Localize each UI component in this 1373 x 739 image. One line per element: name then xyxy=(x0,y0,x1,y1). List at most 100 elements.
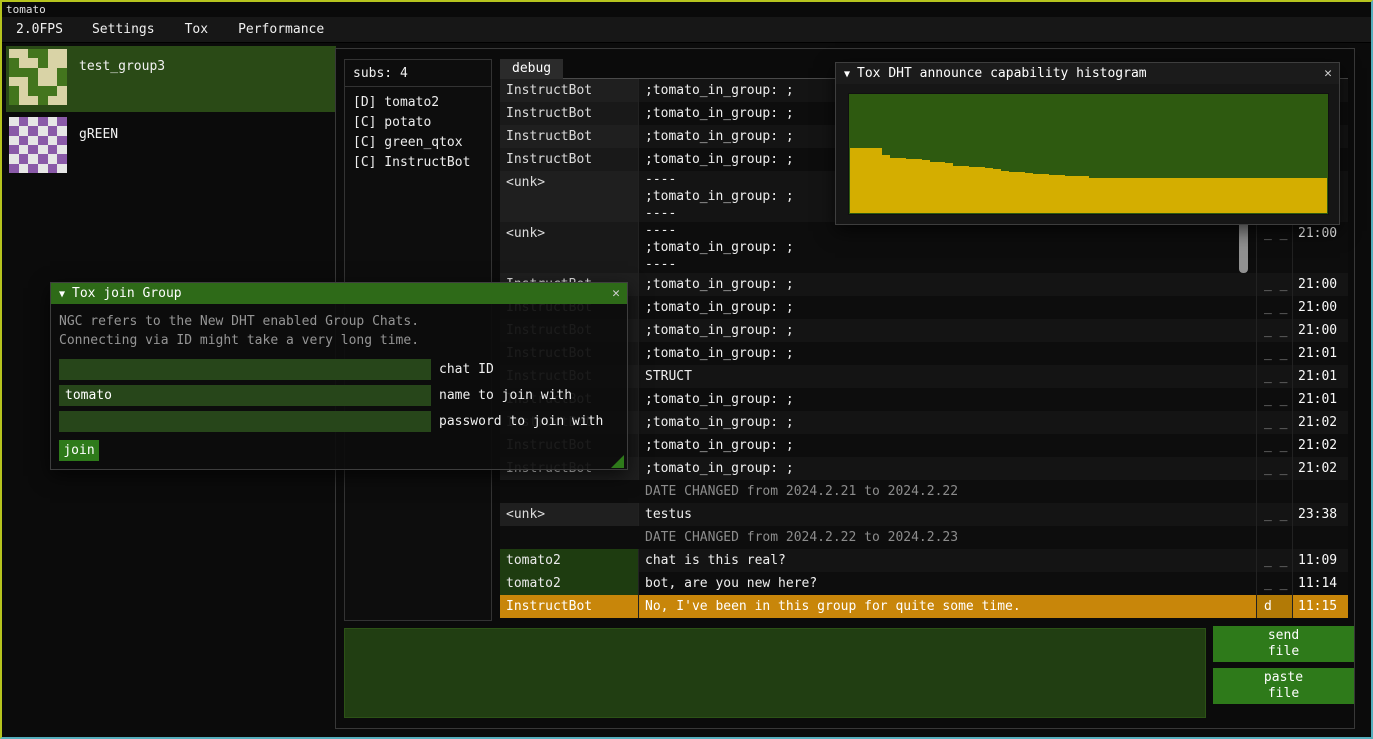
histogram-bar xyxy=(1097,178,1105,213)
avatar-pixel xyxy=(28,96,38,105)
histogram-bar xyxy=(945,163,953,213)
avatar-pixel xyxy=(19,164,29,173)
avatar-pixel xyxy=(9,86,19,95)
subscriber-item[interactable]: [C] potato xyxy=(353,113,483,133)
chat-row[interactable]: tomato2chat is this real?_ _11:09 xyxy=(500,549,1348,572)
histogram-bar xyxy=(1017,172,1025,213)
chat-row-flags: _ _ xyxy=(1256,549,1292,572)
subscriber-item[interactable]: [C] green_qtox xyxy=(353,133,483,153)
avatar-pixel xyxy=(28,49,38,58)
menu-item-settings[interactable]: Settings xyxy=(77,17,170,42)
histogram-close-icon[interactable]: ✕ xyxy=(1324,63,1332,84)
join-input-name-to-join-with[interactable] xyxy=(59,385,431,406)
histogram-bar xyxy=(1287,178,1295,213)
histogram-titlebar[interactable]: ▼Tox DHT announce capability histogram ✕ xyxy=(836,63,1339,84)
avatar-pixel xyxy=(48,117,58,126)
histogram-bar xyxy=(985,168,993,213)
avatar-pixel xyxy=(28,126,38,135)
group-avatar xyxy=(9,49,67,105)
avatar-pixel xyxy=(19,136,29,145)
avatar-pixel xyxy=(38,126,48,135)
join-titlebar[interactable]: ▼Tox join Group ✕ xyxy=(51,283,627,304)
chat-row[interactable]: InstructBotNo, I've been in this group f… xyxy=(500,595,1348,618)
avatar-pixel xyxy=(57,164,67,173)
avatar-pixel xyxy=(57,68,67,77)
chat-row[interactable]: DATE CHANGED from 2024.2.22 to 2024.2.23 xyxy=(500,526,1348,549)
avatar-pixel xyxy=(9,164,19,173)
join-close-icon[interactable]: ✕ xyxy=(612,283,620,304)
chat-row[interactable]: tomato2bot, are you new here?_ _11:14 xyxy=(500,572,1348,595)
avatar-pixel xyxy=(28,154,38,163)
menu-item-tox[interactable]: Tox xyxy=(170,17,223,42)
avatar-pixel xyxy=(38,58,48,67)
avatar-pixel xyxy=(9,136,19,145)
avatar-pixel xyxy=(48,68,58,77)
histogram-bar xyxy=(866,148,874,213)
chat-row-flags: _ _ xyxy=(1256,411,1292,434)
histogram-bar xyxy=(993,169,1001,213)
histogram-bar xyxy=(1319,178,1327,213)
histogram-bar xyxy=(1025,173,1033,213)
window-titlebar[interactable]: tomato xyxy=(2,2,1371,17)
avatar-pixel xyxy=(19,117,29,126)
avatar-pixel xyxy=(19,77,29,86)
avatar-pixel xyxy=(38,96,48,105)
subscriber-item[interactable]: [C] InstructBot xyxy=(353,153,483,173)
histogram-bar xyxy=(1248,178,1256,213)
histogram-bar xyxy=(930,162,938,213)
avatar-pixel xyxy=(57,145,67,154)
avatar-pixel xyxy=(28,164,38,173)
group-row-test_group3[interactable]: test_group3 xyxy=(6,46,336,112)
avatar-pixel xyxy=(9,154,19,163)
chat-row[interactable]: <unk>---- ;tomato_in_group: ; ----_ _21:… xyxy=(500,222,1348,273)
avatar-pixel xyxy=(38,145,48,154)
chat-row-time: 11:15 xyxy=(1292,595,1348,618)
paste-file-button[interactable]: paste file xyxy=(1213,668,1354,704)
join-info-line-2: Connecting via ID might take a very long… xyxy=(59,331,619,350)
tab-debug[interactable]: debug xyxy=(500,59,563,79)
histogram-bar xyxy=(1089,178,1097,213)
join-button[interactable]: join xyxy=(59,440,99,461)
avatar-pixel xyxy=(28,77,38,86)
menubar-items: SettingsToxPerformance xyxy=(77,17,339,42)
message-input[interactable] xyxy=(344,628,1206,718)
chat-row-time: 21:00 xyxy=(1292,222,1348,273)
group-list: test_group3gREEN xyxy=(6,44,336,182)
join-input-chat-ID[interactable] xyxy=(59,359,431,380)
chat-row-message: ;tomato_in_group: ; xyxy=(638,457,1256,480)
avatar-pixel xyxy=(48,164,58,173)
histogram-bar xyxy=(1120,178,1128,213)
histogram-bar xyxy=(1009,172,1017,213)
menu-item-performance[interactable]: Performance xyxy=(223,17,339,42)
avatar-pixel xyxy=(38,49,48,58)
histogram-bar xyxy=(874,148,882,213)
histogram-bar xyxy=(969,167,977,213)
avatar-pixel xyxy=(48,77,58,86)
histogram-plot[interactable] xyxy=(848,93,1329,215)
group-row-gREEN[interactable]: gREEN xyxy=(6,114,336,180)
chat-row[interactable]: <unk>testus_ _23:38 xyxy=(500,503,1348,526)
chat-row[interactable]: DATE CHANGED from 2024.2.21 to 2024.2.22 xyxy=(500,480,1348,503)
avatar-pixel xyxy=(19,68,29,77)
avatar-pixel xyxy=(9,77,19,86)
chat-row-message: ;tomato_in_group: ; xyxy=(638,319,1256,342)
collapse-arrow-icon[interactable]: ▼ xyxy=(59,289,65,300)
join-fields: chat IDname to join withpassword to join… xyxy=(59,359,619,432)
avatar-pixel xyxy=(57,86,67,95)
chat-row-message: ;tomato_in_group: ; xyxy=(638,296,1256,319)
histogram-bar xyxy=(898,158,906,213)
subscriber-item[interactable]: [D] tomato2 xyxy=(353,93,483,113)
histogram-bar xyxy=(1232,178,1240,213)
resize-grip-icon[interactable] xyxy=(611,455,624,468)
chat-row-flags: _ _ xyxy=(1256,434,1292,457)
avatar-pixel xyxy=(38,68,48,77)
collapse-arrow-icon[interactable]: ▼ xyxy=(844,69,850,80)
histogram-bar xyxy=(1200,178,1208,213)
avatar-pixel xyxy=(9,49,19,58)
send-file-button[interactable]: send file xyxy=(1213,626,1354,662)
avatar-pixel xyxy=(57,126,67,135)
avatar-pixel xyxy=(9,145,19,154)
join-input-password-to-join-with[interactable] xyxy=(59,411,431,432)
chat-row-time: 23:38 xyxy=(1292,503,1348,526)
avatar-pixel xyxy=(57,136,67,145)
